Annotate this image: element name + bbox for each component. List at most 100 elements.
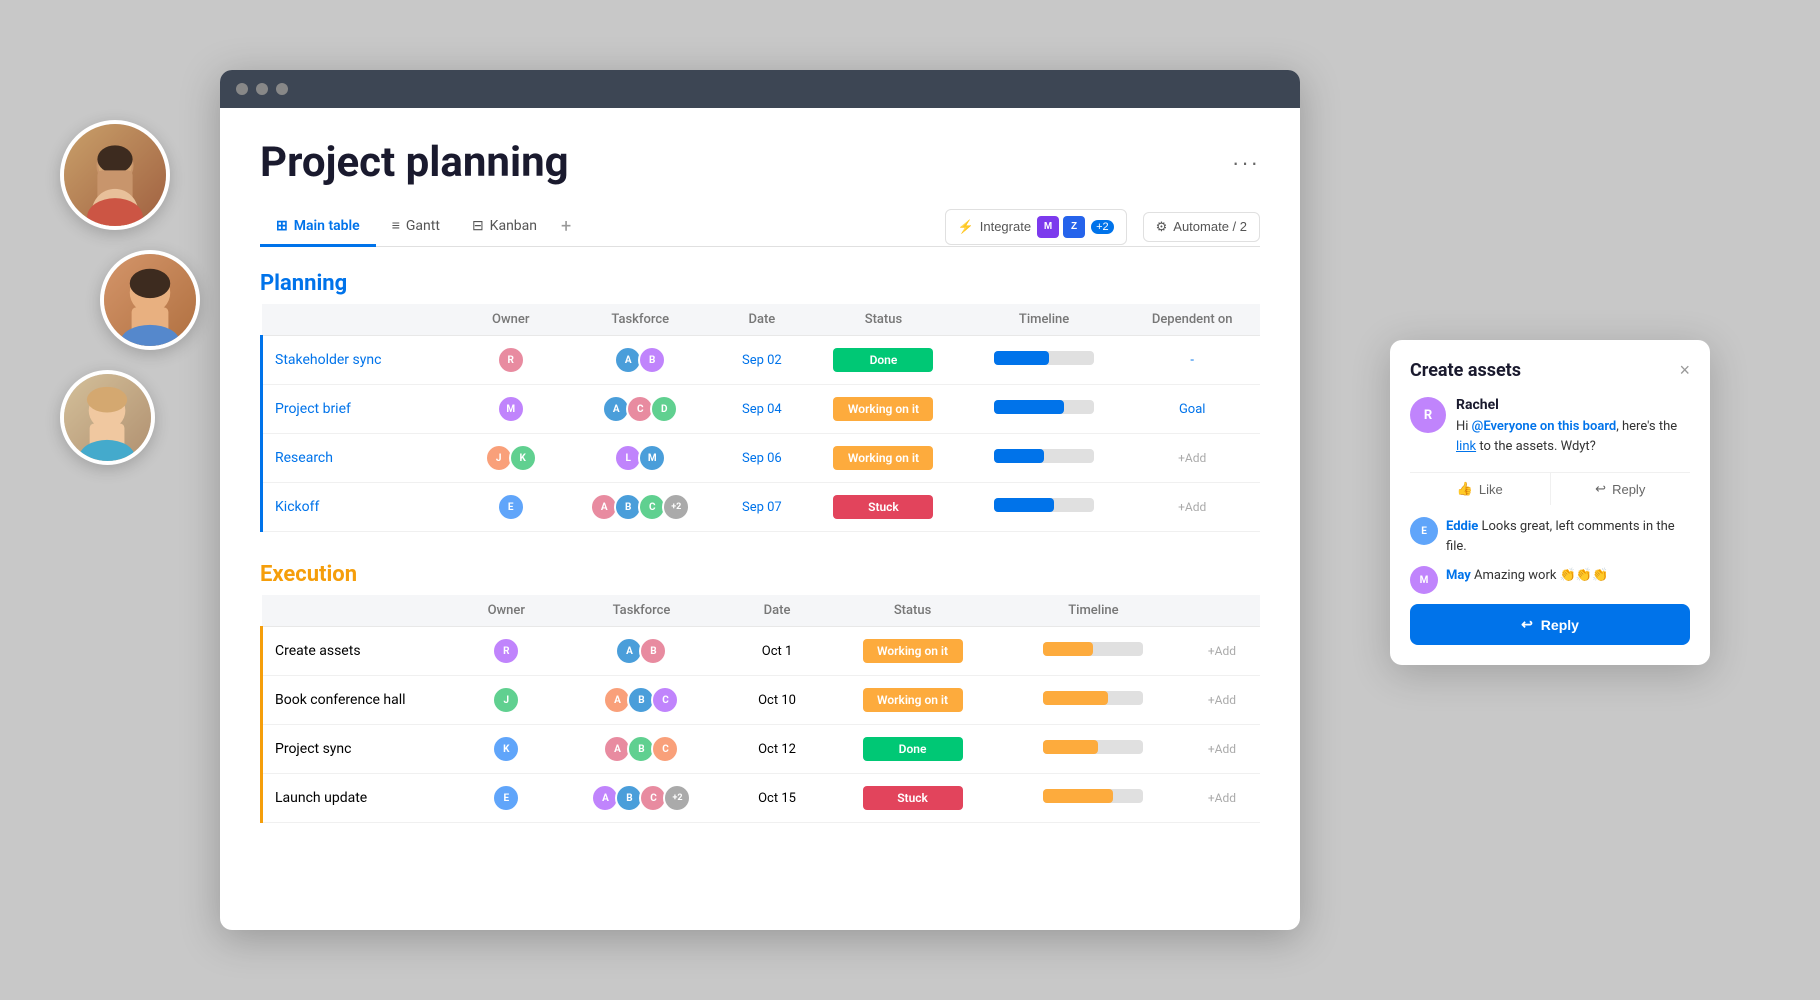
integrate-icon: ⚡: [958, 219, 974, 235]
close-panel-button[interactable]: ×: [1679, 360, 1690, 381]
panel-header: Create assets ×: [1410, 360, 1690, 381]
timeline-cell: [1003, 676, 1184, 725]
col-owner: Owner: [462, 595, 552, 627]
page-header: Project planning ···: [260, 138, 1260, 187]
tab-gantt[interactable]: ≡ Gantt: [376, 207, 456, 247]
traffic-light-2[interactable]: [256, 83, 268, 95]
dependent-cell: Goal: [1124, 385, 1260, 434]
taskforce-cell: A B C: [551, 725, 732, 774]
mention-everyone: @Everyone on this board: [1472, 419, 1617, 434]
table-row[interactable]: Project sync K A B C: [262, 725, 1261, 774]
table-row[interactable]: Project brief M A C D: [262, 385, 1261, 434]
dependent-cell: -: [1124, 336, 1260, 385]
taskforce-cell: A B: [560, 336, 721, 385]
owner-cell: J: [462, 676, 552, 725]
automate-button[interactable]: ⚙ Automate / 2: [1143, 212, 1260, 242]
col-extra: [1184, 595, 1260, 627]
reply-icon: ↩: [1595, 481, 1606, 497]
date-cell: Oct 1: [732, 627, 822, 676]
reply-author-may: May: [1446, 568, 1471, 583]
extra-cell: +Add: [1184, 725, 1260, 774]
table-row[interactable]: Create assets R A B Oct 1: [262, 627, 1261, 676]
monday-icon: M: [1037, 216, 1059, 238]
add-extra[interactable]: +Add: [1208, 644, 1236, 658]
col-task: [262, 304, 462, 336]
like-button[interactable]: 👍 Like: [1410, 473, 1551, 505]
table-row[interactable]: Stakeholder sync R A B Sep 0: [262, 336, 1261, 385]
main-comment: R Rachel Hi @Everyone on this board, her…: [1410, 397, 1690, 456]
owner-cell: E: [462, 483, 560, 532]
taskforce-cell: L M: [560, 434, 721, 483]
tab-main-table[interactable]: ⊞ Main table: [260, 208, 376, 247]
add-tab-button[interactable]: +: [553, 216, 579, 237]
col-date: Date: [721, 304, 804, 336]
avatar: C: [651, 686, 679, 714]
status-badge: Working on it: [863, 688, 963, 712]
table-icon: ⊞: [276, 218, 288, 234]
owner-cell: M: [462, 385, 560, 434]
traffic-light-1[interactable]: [236, 83, 248, 95]
avatar: R: [492, 637, 520, 665]
table-row[interactable]: Research J K L M: [262, 434, 1261, 483]
owner-cell: K: [462, 725, 552, 774]
status-cell: Done: [822, 725, 1003, 774]
status-badge: Working on it: [833, 397, 933, 421]
floating-avatar-2: [100, 250, 200, 350]
integrate-button[interactable]: ⚡ Integrate M Z +2: [945, 209, 1127, 245]
add-extra[interactable]: +Add: [1208, 742, 1236, 756]
col-taskforce: Taskforce: [560, 304, 721, 336]
task-name: Project brief: [262, 385, 462, 434]
floating-avatars: [60, 120, 200, 465]
timeline-cell: [1003, 774, 1184, 823]
tab-kanban-label: Kanban: [490, 218, 537, 234]
add-extra[interactable]: +Add: [1208, 693, 1236, 707]
reply-action-button[interactable]: ↩ Reply: [1551, 473, 1691, 505]
table-row[interactable]: Launch update E A B C +2: [262, 774, 1261, 823]
avatar-more: +2: [662, 493, 690, 521]
extra-cell: +Add: [1184, 627, 1260, 676]
table-row[interactable]: Kickoff E A B C +2: [262, 483, 1261, 532]
integrate-count: +2: [1091, 220, 1114, 234]
tab-kanban[interactable]: ⊟ Kanban: [456, 208, 553, 247]
panel-title: Create assets: [1410, 360, 1521, 381]
add-dependent[interactable]: +Add: [1178, 500, 1206, 514]
task-name: Kickoff: [262, 483, 462, 532]
automate-label: Automate / 2: [1173, 219, 1247, 234]
avatar: M: [638, 444, 666, 472]
status-badge: Stuck: [833, 495, 933, 519]
reply-avatar-eddie: E: [1410, 517, 1438, 545]
add-extra[interactable]: +Add: [1208, 791, 1236, 805]
owner-cell: R: [462, 336, 560, 385]
timeline-cell: [964, 336, 1125, 385]
execution-table: Owner Taskforce Date Status Timeline Cre…: [260, 595, 1260, 823]
reply-action-label: Reply: [1612, 482, 1645, 497]
status-badge: Done: [833, 348, 933, 372]
zoom-icon: Z: [1063, 216, 1085, 238]
reply-button-label: Reply: [1541, 617, 1579, 633]
dependent-cell: +Add: [1124, 434, 1260, 483]
execution-title: Execution: [260, 562, 1260, 587]
col-timeline: Timeline: [964, 304, 1125, 336]
timeline-cell: [964, 483, 1125, 532]
avatar: K: [492, 735, 520, 763]
col-status: Status: [822, 595, 1003, 627]
reply-button[interactable]: ↩ Reply: [1410, 604, 1690, 645]
status-cell: Working on it: [803, 385, 964, 434]
reply-text-may: May Amazing work 👏👏👏: [1446, 566, 1608, 594]
taskforce-cell: A B C +2: [551, 774, 732, 823]
assets-link[interactable]: link: [1456, 439, 1476, 454]
more-options-button[interactable]: ···: [1232, 150, 1260, 176]
comment-actions: 👍 Like ↩ Reply: [1410, 472, 1690, 505]
add-dependent[interactable]: +Add: [1178, 451, 1206, 465]
comment-author: Rachel: [1456, 397, 1690, 413]
timeline-cell: [964, 385, 1125, 434]
task-name: Create assets: [262, 627, 462, 676]
avatar: K: [509, 444, 537, 472]
avatar: E: [497, 493, 525, 521]
task-name: Book conference hall: [262, 676, 462, 725]
kanban-icon: ⊟: [472, 218, 484, 234]
table-row[interactable]: Book conference hall J A B C: [262, 676, 1261, 725]
traffic-light-3[interactable]: [276, 83, 288, 95]
planning-section: Planning Owner Taskforce Date Status Tim…: [260, 271, 1260, 532]
avatar: R: [497, 346, 525, 374]
